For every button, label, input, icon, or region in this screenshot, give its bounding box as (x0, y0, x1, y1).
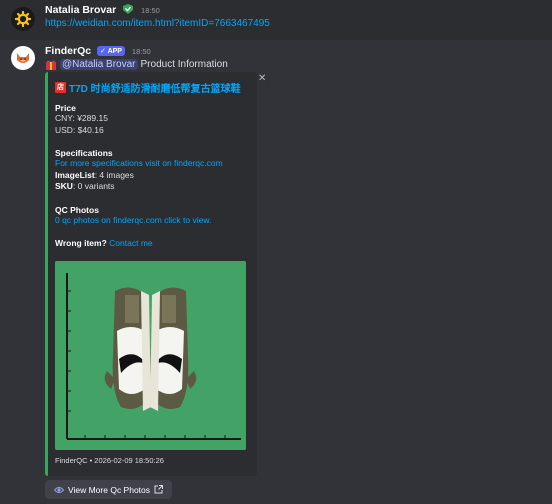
wrong-item-label: Wrong item? (55, 238, 107, 248)
bot-timestamp: 18:50 (131, 47, 151, 56)
view-more-qc-photos-button[interactable]: View More Qc Photos (45, 480, 172, 499)
button-label: View More Qc Photos (67, 484, 151, 495)
nitro-badge-icon (123, 4, 134, 14)
price-usd: USD: $40.16 (55, 124, 104, 135)
qc-photos-link[interactable]: 0 qc photos on finderqc.com click to vie… (55, 215, 250, 227)
user-avatar[interactable] (11, 7, 35, 31)
bot-author-line: FinderQc ✓ APP 18:50 (45, 45, 151, 57)
bot-author-name[interactable]: FinderQc (45, 45, 91, 57)
message-text: Product Information (140, 59, 228, 70)
price-cny: CNY: ¥289.15 (55, 113, 108, 123)
sneaker-image (55, 261, 246, 450)
embed-title[interactable]: 店 T7D 时尚舒适防滑耐磨低帮复古篮球鞋 (55, 80, 250, 95)
author-name[interactable]: Natalia Brovar (45, 4, 116, 16)
sku-value: : 0 variants (72, 181, 115, 191)
gear-avatar-icon (15, 11, 31, 27)
imagelist-value: : 4 images (94, 169, 134, 180)
product-photo[interactable] (55, 261, 246, 450)
wrong-item-row: Wrong item? Contact me (55, 238, 250, 250)
sku-row: SKU: 0 variants (55, 181, 250, 193)
embed-title-text: T7D 时尚舒适防滑耐磨低帮复古篮球鞋 (69, 84, 241, 95)
fox-avatar-icon (17, 53, 29, 63)
imagelist-key: ImageList (55, 169, 95, 180)
message-natalia: Natalia Brovar 18:50 https://weidian.com… (0, 0, 552, 40)
contact-me-link[interactable]: Contact me (109, 238, 152, 248)
specifications-label: Specifications (55, 148, 113, 158)
price-label: Price (55, 103, 76, 113)
sku-key: SKU (55, 181, 73, 191)
timestamp: 18:50 (141, 6, 160, 15)
shop-icon: 店 (55, 82, 66, 93)
specifications-link[interactable]: For more specifications visit on finderq… (55, 158, 250, 170)
imagelist-row: ImageList: 4 images (55, 170, 250, 182)
mention-line: @Natalia Brovar Product Information (45, 59, 228, 70)
close-embed-icon[interactable]: ✕ (258, 73, 266, 84)
qc-photos-label: QC Photos (55, 204, 99, 215)
embed-footer: FinderQC • 2026-02-09 18:50:26 (55, 456, 164, 465)
user-mention[interactable]: @Natalia Brovar (60, 59, 138, 70)
bot-avatar[interactable] (11, 46, 35, 70)
app-badge: ✓ APP (97, 46, 125, 56)
eye-icon (53, 486, 64, 493)
item-link[interactable]: https://weidian.com/item.html?itemID=766… (45, 18, 270, 29)
gift-emoji-icon (46, 60, 56, 70)
external-link-icon (154, 485, 164, 494)
author-line: Natalia Brovar 18:50 (45, 4, 160, 16)
